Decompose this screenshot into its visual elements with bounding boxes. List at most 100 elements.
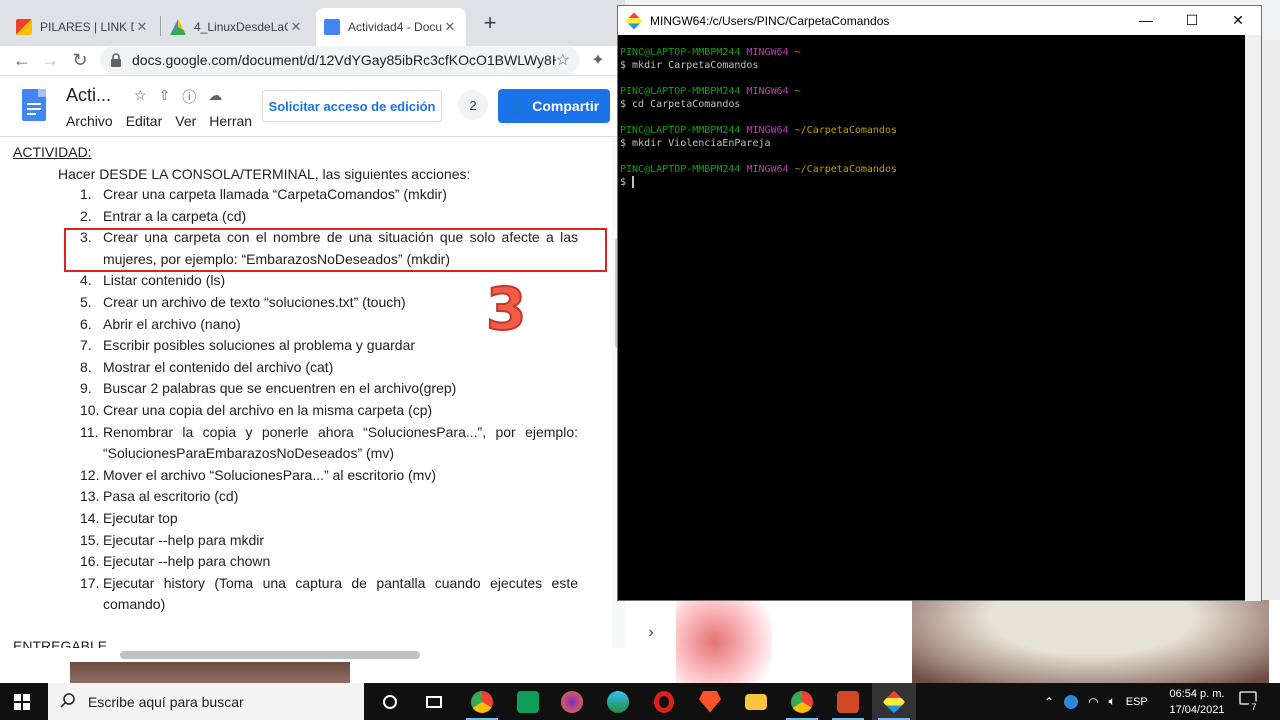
brave-taskbar-icon[interactable] [688,683,732,720]
tab-pilares[interactable]: PILARES | LINK DE ✕ [8,8,158,46]
list-item: 16. Ejecutar --help para chown [80,551,578,573]
list-item: 9. Buscar 2 palabras que se encuentren en… [80,378,578,400]
prompt-env: MINGW64 [746,86,789,97]
volume-icon[interactable]: 🔈︎ [1109,694,1116,709]
menu-editar[interactable]: Editar [126,113,163,129]
terminal-titlebar[interactable]: MINGW64:/c/Users/PINC/CarpetaComandos — … [618,6,1261,35]
network-icon[interactable]: ◠ [1088,695,1098,709]
menu-archivo[interactable]: Archivo [66,113,113,129]
share-button-label: Compartir [532,98,600,114]
terminal-scrollbar[interactable] [1245,35,1261,601]
annotation-number: 3 [485,275,527,343]
document-horizontal-scrollbar[interactable] [0,648,625,662]
new-tab-button[interactable]: + [478,12,502,36]
close-tab-icon[interactable]: ✕ [442,19,458,35]
list-item-text: Entrar a la carpeta (cd) [103,207,247,224]
list-item: 1. Crear una carpeta llamada “CarpetaComa… [80,184,578,206]
document-page[interactable]: ACTIVIDAD: Hacer DESDE LA CONSOLA/TERMIN… [0,138,612,648]
google-docs-logo-icon[interactable] [22,89,46,121]
menu-ver[interactable]: Ver [175,113,196,129]
command-line: $ mkdir CarpetaComandos [620,59,1250,72]
tab-actividad4[interactable]: Actividad4 - Docu ✕ [316,8,466,46]
terminal-output[interactable]: PINC@LAPTOP-MMBPM244 MINGW64 ~ $ mkdir Ca… [620,46,1250,189]
git-bash-icon [626,13,642,29]
notification-count: 7 [1248,701,1260,713]
powerpoint-taskbar-icon[interactable] [826,683,870,720]
close-tab-icon[interactable]: ✕ [134,19,150,35]
viewer-count-badge[interactable]: 2 [458,90,488,120]
gmail-icon [16,19,32,35]
start-button[interactable] [0,683,44,720]
carousel-next-icon[interactable]: › [628,618,674,648]
task-view-icon[interactable] [412,683,456,720]
command-line: $ mkdir ViolenciaEnPareja [620,137,1250,150]
taskbar-search-box[interactable]: Escribe aquí para buscar [48,683,364,720]
mingw64-terminal-window[interactable]: MINGW64:/c/Users/PINC/CarpetaComandos — … [617,5,1262,601]
edge-taskbar-icon[interactable] [596,683,640,720]
tab-linux[interactable]: 4_LinuxDesdeLaCo ✕ [162,8,312,46]
list-item-text: Ejecutar --help para chown [103,553,271,570]
address-bar[interactable]: docs.google.com/document/d/12VdYGay85ibR… [100,46,580,74]
share-button[interactable]: 👤 Compartir [498,89,610,123]
move-icon[interactable]: ⇧ [159,87,171,107]
forward-icon[interactable]: → [38,48,62,72]
docs-menubar: Archivo Editar Ver Herran [66,113,252,129]
list-item: 13. Pasa al escritorio (cd) [80,486,578,508]
background-window-edge [1262,40,1280,600]
background-image [676,600,772,683]
command-text: $ mkdir CarpetaComandos [620,60,759,71]
document-title[interactable]: Acti... [66,85,111,106]
star-icon[interactable]: ☆ [134,87,147,107]
prompt-env: MINGW64 [746,164,789,175]
opera-taskbar-icon[interactable] [642,683,686,720]
close-button[interactable]: ✕ [1215,6,1261,35]
git-bash-taskbar-icon[interactable] [872,683,916,720]
cortana-icon[interactable] [368,683,412,720]
show-hidden-icons-icon[interactable]: ⌃ [1044,695,1054,709]
notification-center-icon[interactable]: 7 [1238,691,1260,713]
windows-taskbar: Escribe aquí para buscar ⌃ ◠ 🔈︎ ESP 06:5… [0,683,1280,720]
chrome-taskbar-icon[interactable] [460,683,504,720]
google-docs-icon [324,19,340,35]
list-item-text: Crear una copia del archivo en la misma … [103,401,433,418]
scroll-thumb[interactable] [120,651,420,659]
list-item-number: 14. [80,509,100,526]
windows-logo-icon [14,693,30,710]
prompt-line: PINC@LAPTOP-MMBPM244 MINGW64 ~/CarpetaCo… [620,124,1250,137]
list-item-text: Ejecutar top [103,509,178,526]
list-item: 2. Entrar a la carpeta (cd) [80,206,578,228]
taskbar-clock[interactable]: 06:54 p. m. 17/04/2021 [1166,686,1228,718]
close-tab-icon[interactable]: ✕ [288,19,304,35]
reload-icon[interactable]: ↻ [68,48,92,72]
highlight-box-item-3 [64,228,607,272]
prompt-user: PINC@LAPTOP-MMBPM244 [620,47,741,58]
security-icon[interactable] [1064,694,1079,709]
person-add-icon: 👤 [508,97,527,114]
extensions-icon[interactable]: ✦ [588,50,608,70]
menu-herramientas[interactable]: Herran [209,113,252,129]
list-item-text: Escribir posibles soluciones al problema… [103,337,416,354]
list-item-number: 12. [80,466,100,483]
cloud-icon[interactable]: ☁ [208,87,222,107]
tab-label: PILARES | LINK DE [40,20,134,34]
maximize-button[interactable]: ☐ [1169,6,1215,35]
file-explorer-taskbar-icon[interactable] [734,683,778,720]
browser-window: PILARES | LINK DE ✕ 4_LinuxDesdeLaCo ✕ A… [0,0,625,683]
minimize-button[interactable]: — [1123,6,1169,35]
firefox-taskbar-icon[interactable] [550,683,594,720]
bookmark-star-icon[interactable]: ☆ [556,50,570,70]
tab-divider [160,16,161,36]
prompt-user: PINC@LAPTOP-MMBPM244 [620,164,741,175]
language-indicator[interactable]: ESP [1126,696,1148,708]
deliverable-heading: ENTREGABLE [13,638,108,648]
prompt-env: MINGW64 [746,125,789,136]
info-icon[interactable]: ⓘ [182,87,196,107]
request-edit-access-button[interactable]: Solicitar acceso de edición [262,90,442,122]
sheets-taskbar-icon[interactable] [506,683,550,720]
tab-strip: PILARES | LINK DE ✕ 4_LinuxDesdeLaCo ✕ A… [0,0,625,46]
chrome-profile-taskbar-icon[interactable] [780,683,824,720]
prompt-user: PINC@LAPTOP-MMBPM244 [620,125,741,136]
back-icon[interactable]: ← [10,48,34,72]
